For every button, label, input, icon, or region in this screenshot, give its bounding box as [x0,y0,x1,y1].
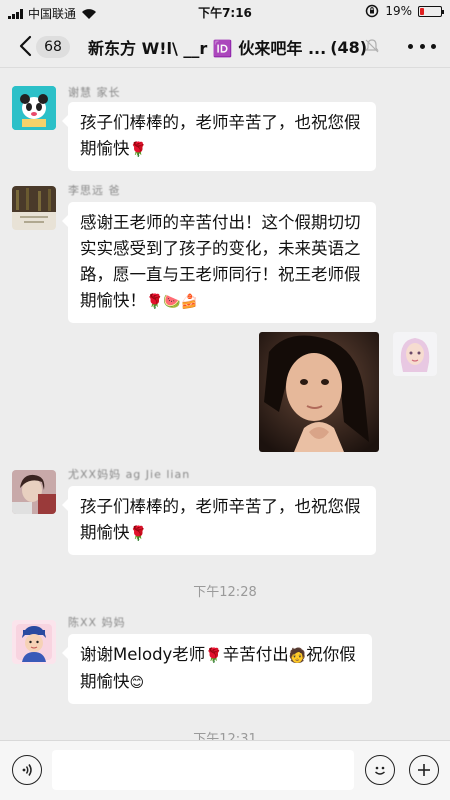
muted-bell-icon [365,39,379,53]
message-text: 孩子们棒棒的，老师辛苦了，也祝您假期愉快 [80,497,361,542]
sender-name: 陈XX 妈妈 [68,616,126,629]
message-text: 孩子们棒棒的，老师辛苦了，也祝您假期愉快 [80,113,361,158]
rose-emoji: 🌹 [129,142,147,158]
message-bubble[interactable]: 孩子们棒棒的，老师辛苦了，也祝您假期愉快🌹 [62,486,376,555]
avatar[interactable] [12,470,56,514]
status-bar: 中国联通 下午7:16 19% [0,0,450,24]
message-bubble[interactable]: 感谢王老师的辛苦付出！这个假期切切实实感受到了孩子的变化，未来英语之路，愿一直与… [62,202,376,323]
timestamp: 下午12:28 [193,585,257,600]
avatar[interactable] [12,620,56,664]
orientation-lock-icon [366,4,379,18]
smile-emoji: 😊 [129,675,145,691]
add-button[interactable] [409,755,439,785]
sender-name: 谢慧 家长 [68,86,121,99]
avatar[interactable] [393,332,437,376]
message-input[interactable] [52,750,354,790]
person-emoji: 🧑 [288,648,307,664]
chat-header: 68 新东方 W!l\ __r 🆔 伙来吧年 ... (48) [0,24,450,68]
smiley-icon [375,766,385,775]
message-bubble[interactable]: 谢谢Melody老师🌹辛苦付出🧑祝你假期愉快😊 [62,634,372,704]
dot-icon [419,43,425,49]
rose-emoji: 🌹 [205,648,223,664]
group-name: 新东方 W!l\ __r 🆔 伙来吧年 ... [88,39,327,58]
avatar[interactable] [12,86,56,130]
rose-emoji: 🌹 [129,526,147,542]
plus-icon [418,764,430,776]
dot-icon [408,43,413,49]
message-text: 谢谢Melody老师 [80,645,206,664]
more-options-button[interactable] [408,36,436,56]
sender-name: 李思远 爸 [68,184,121,197]
emoji-group: 🌹🍉🍰 [146,294,199,310]
voice-button[interactable] [12,755,42,785]
dot-icon [431,43,436,49]
battery-percent: 19% [385,4,412,18]
voice-icon [22,764,32,776]
message-text: 感谢王老师的辛苦付出！这个假期切切实实感受到了孩子的变化，未来英语之路，愿一直与… [80,213,361,310]
battery-icon [418,5,444,17]
sender-name: 尤XX妈妈 ag Jie lian [68,468,191,481]
unread-count-badge[interactable]: 68 [36,36,70,58]
member-count: (48) [330,37,368,57]
chevron-left-icon [19,35,32,57]
message-text: 辛苦付出 [222,645,289,664]
shared-photo[interactable] [259,332,379,452]
avatar[interactable] [12,186,56,230]
chat-title: 新东方 W!l\ __r 🆔 伙来吧年 ... (48) [88,35,383,59]
message-bubble[interactable]: 孩子们棒棒的，老师辛苦了，也祝您假期愉快🌹 [62,102,376,171]
emoji-button[interactable] [365,755,395,785]
input-bar [0,740,450,800]
